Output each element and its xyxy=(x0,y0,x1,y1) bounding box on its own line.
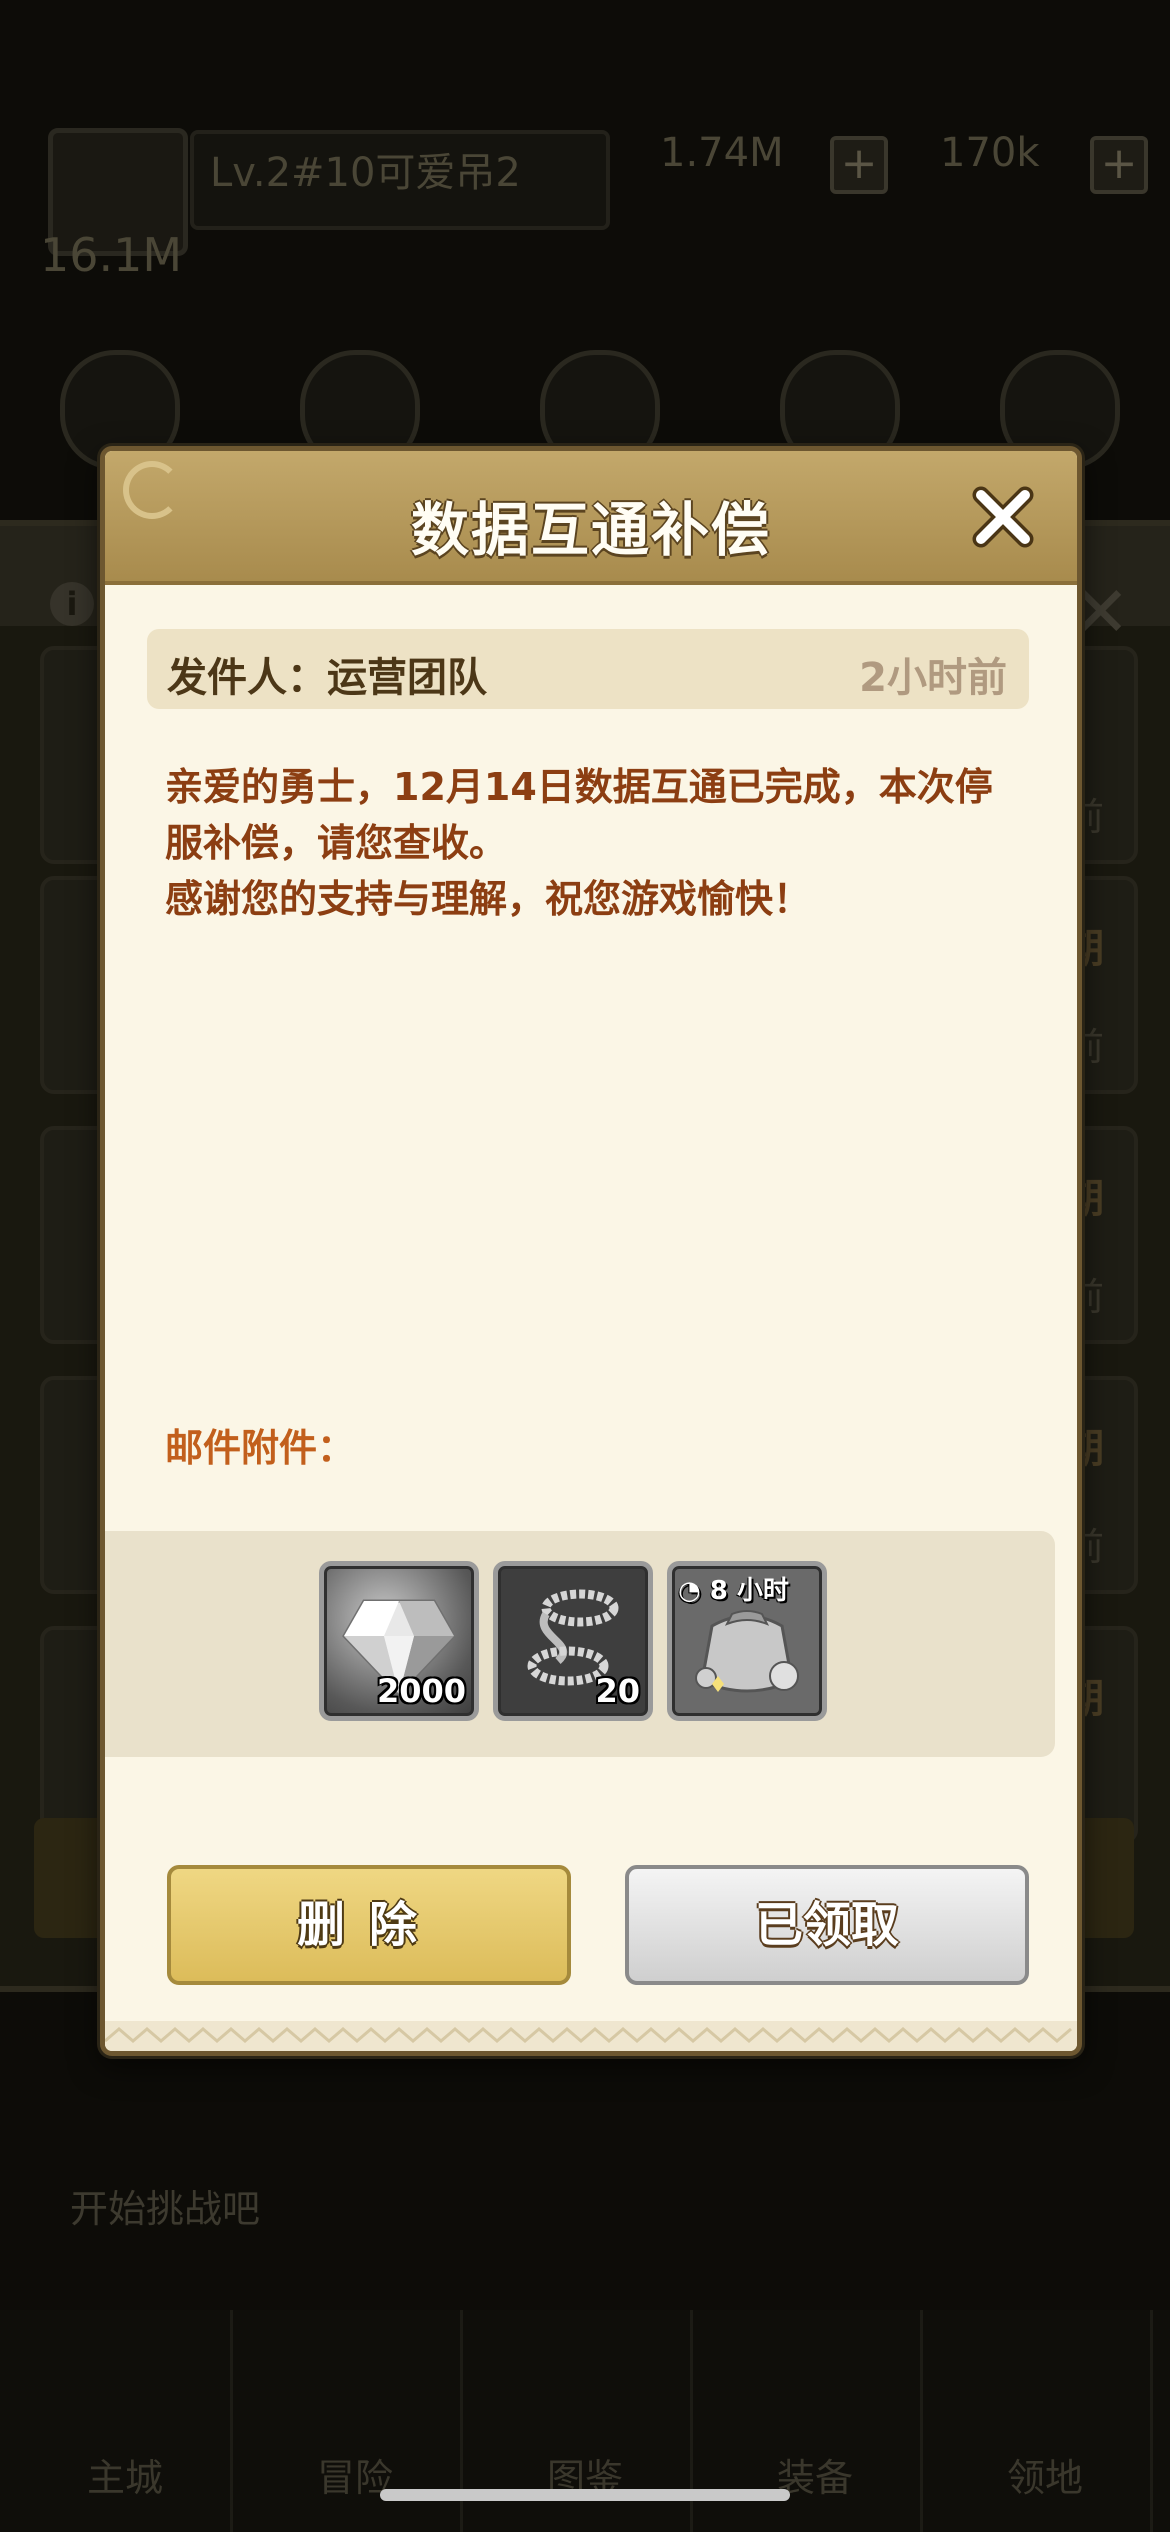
mail-body: 亲爱的勇士，12月14日数据互通已完成，本次停 服补偿，请您查收。 感谢您的支持… xyxy=(165,759,1025,927)
attachment-qty: 2000 xyxy=(376,1672,466,1710)
player-name: Lv.2#10可爱吊2 xyxy=(210,150,521,196)
add-gold-button: + xyxy=(830,136,888,194)
sent-time: 2小时前 xyxy=(859,655,1007,701)
close-button[interactable] xyxy=(967,481,1039,553)
game-screen: Lv.2#10可爱吊2 1.74M + 170k + 16.1M i ✕ 前 期… xyxy=(0,0,1170,2532)
chat-preview: 开始挑战吧 xyxy=(70,2187,261,2231)
mail-detail-dialog: 数据互通补偿 发件人：运营团队 2小时前 亲爱的勇士，12月14日数据互通已完成… xyxy=(100,446,1082,2056)
attachment-diamond[interactable]: 2000 xyxy=(319,1561,479,1721)
top-icon-row xyxy=(60,350,1120,470)
mail-body-line: 亲爱的勇士，12月14日数据互通已完成，本次停 xyxy=(165,765,993,809)
tab-territory: 领地 xyxy=(940,2310,1153,2532)
dialog-title: 数据互通补偿 xyxy=(410,496,771,564)
resource-gem-value: 170k xyxy=(940,130,1040,176)
tab-city: 主城 xyxy=(20,2310,233,2532)
attachment-rope-ring[interactable]: 20 xyxy=(493,1561,653,1721)
attachment-timer-value: 8 小时 xyxy=(709,1576,789,1606)
dialog-header: 数据互通补偿 xyxy=(105,451,1077,585)
attachments-panel: 2000 20 ◔ 8 小时 xyxy=(105,1531,1055,1757)
delete-button[interactable]: 删除 xyxy=(167,1865,571,1985)
info-icon: i xyxy=(50,582,94,626)
home-indicator[interactable] xyxy=(380,2489,790,2501)
mail-body-line: 服补偿，请您查收。 xyxy=(165,821,508,865)
claimed-button[interactable]: 已领取 xyxy=(625,1865,1029,1985)
moon-clock-icon: ◔ xyxy=(678,1576,701,1606)
resource-gold: 1.74M xyxy=(660,130,784,176)
add-gem-button: + xyxy=(1090,136,1148,194)
sender-label: 发件人：运营团队 xyxy=(167,655,487,701)
attachment-supply-bag[interactable]: ◔ 8 小时 xyxy=(667,1561,827,1721)
attachments-label: 邮件附件： xyxy=(165,1426,356,1470)
attachment-timer: ◔ 8 小时 xyxy=(678,1570,789,1607)
sender-bar: 发件人：运营团队 2小时前 xyxy=(147,629,1029,709)
resource-gold-value: 1.74M xyxy=(660,130,784,176)
attachment-qty: 20 xyxy=(595,1672,640,1710)
power-value: 16.1M xyxy=(40,228,183,282)
resource-gem: 170k xyxy=(940,130,1040,176)
mail-body-line: 感谢您的支持与理解，祝您游戏愉快！ xyxy=(165,877,812,921)
close-icon xyxy=(972,486,1034,548)
zigzag-border xyxy=(105,2021,1077,2051)
